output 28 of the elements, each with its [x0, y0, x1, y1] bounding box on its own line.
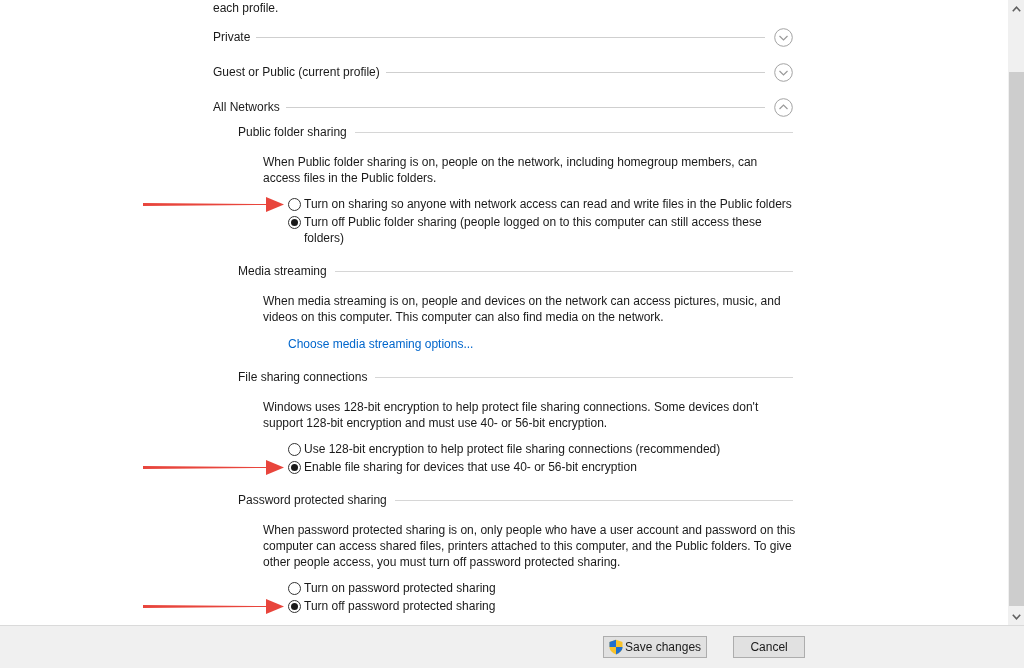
profile-heading: Private: [213, 29, 251, 45]
section-heading: Public folder sharing: [238, 124, 347, 140]
radio-label: Turn off password protected sharing: [304, 598, 497, 614]
shield-icon: [608, 639, 624, 655]
profile-heading: All Networks: [213, 99, 280, 115]
cancel-button[interactable]: Cancel: [733, 636, 806, 658]
section-description: Windows uses 128-bit encryption to help protect file sharing connections. Some devices don't support 128-bit encryption and must use 40- or 56-bit encryption.: [263, 399, 760, 431]
section-heading: Password protected sharing: [238, 492, 387, 508]
profile-heading: Guest or Public (current profile): [213, 64, 380, 80]
section-heading: Media streaming: [238, 263, 327, 279]
section-description: When media streaming is on, people and devices on the network can access pictures, music, and videos on this computer. This computer can also find media on the network.: [263, 293, 782, 325]
radio-button[interactable]: [288, 600, 301, 613]
radio-button[interactable]: [288, 582, 301, 595]
radio-label: Enable file sharing for devices that use 40- or 56-bit encryption: [304, 459, 638, 475]
section-description: When Public folder sharing is on, people on the network, including homegroup members, can access files in the Public folders.: [263, 154, 759, 186]
radio-button[interactable]: [288, 461, 301, 474]
radio-button[interactable]: [288, 198, 301, 211]
save-changes-button[interactable]: Save changes: [603, 636, 708, 658]
intro-text: each profile.: [213, 0, 279, 16]
section-description: When password protected sharing is on, only people who have a user account and password on this computer can access shared files, printers attached to this computer, and the Public folders. To give other people access, you must turn off password protected sharing.: [263, 522, 797, 570]
section-heading: File sharing connections: [238, 369, 368, 385]
radio-label: Turn on password protected sharing: [304, 580, 497, 596]
radio-label: Turn off Public folder sharing (people logged on to this computer can still access these folders): [304, 214, 763, 246]
radio-button[interactable]: [288, 216, 301, 229]
radio-button[interactable]: [288, 443, 301, 456]
radio-label: Turn on sharing so anyone with network access can read and write files in the Public folders: [304, 196, 793, 212]
radio-label: Use 128-bit encryption to help protect file sharing connections (recommended): [304, 441, 722, 457]
media-streaming-link[interactable]: Choose media streaming options...: [288, 336, 474, 352]
